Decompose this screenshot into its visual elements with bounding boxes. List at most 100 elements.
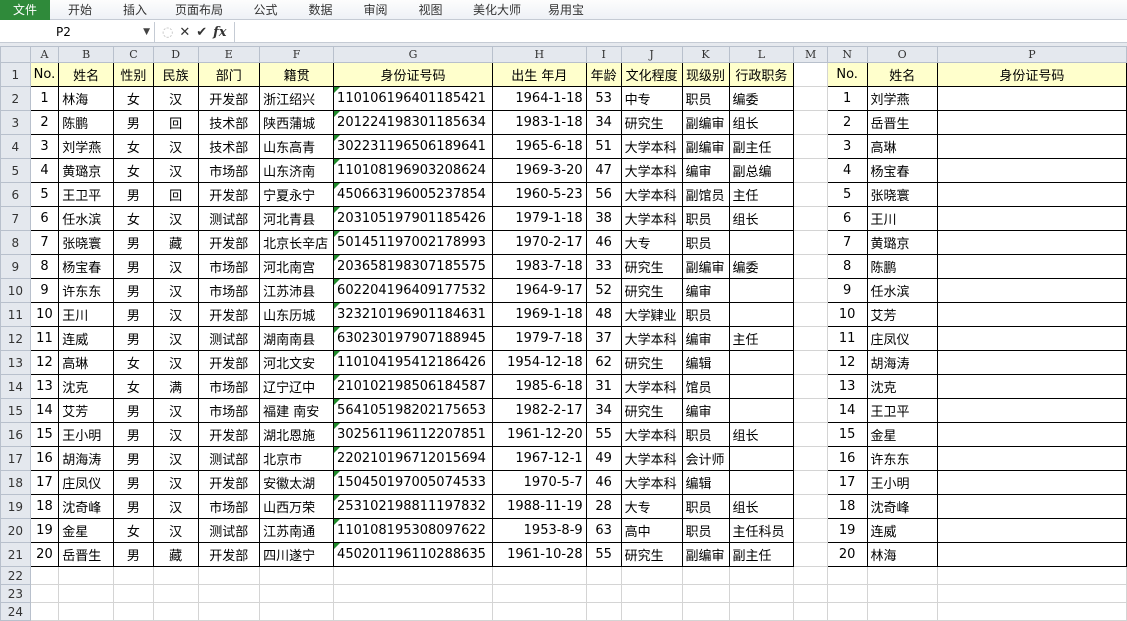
- cell-G19[interactable]: 253102198811197832: [333, 494, 493, 519]
- row-header[interactable]: 21: [0, 542, 31, 567]
- cell-D14[interactable]: 满: [152, 374, 199, 399]
- cell-C4[interactable]: 女: [113, 134, 154, 159]
- cell-B23[interactable]: [58, 584, 115, 603]
- cell-M18[interactable]: [793, 470, 828, 495]
- cell-A7[interactable]: 6: [29, 206, 60, 231]
- cell-L14[interactable]: [728, 374, 795, 399]
- cell-I5[interactable]: 47: [585, 158, 622, 183]
- cell-M15[interactable]: [793, 398, 828, 423]
- cell-M23[interactable]: [793, 584, 828, 603]
- cell-D9[interactable]: 汉: [152, 254, 199, 279]
- header-H[interactable]: 出生 年月: [491, 62, 587, 87]
- cell-N9[interactable]: 8: [826, 254, 868, 279]
- cell-C3[interactable]: 男: [113, 110, 154, 135]
- cell-G5[interactable]: 110108196903208624: [333, 158, 493, 183]
- cell-D12[interactable]: 汉: [152, 326, 199, 351]
- row-header[interactable]: 15: [0, 398, 31, 423]
- cell-C2[interactable]: 女: [113, 86, 154, 111]
- column-header-G[interactable]: G: [333, 46, 493, 63]
- cell-O2[interactable]: 刘学燕: [866, 86, 938, 111]
- cell-J18[interactable]: 大学本科: [620, 470, 683, 495]
- cell-F10[interactable]: 江苏沛县: [259, 278, 335, 303]
- column-header-L[interactable]: L: [728, 46, 795, 63]
- cell-J8[interactable]: 大专: [620, 230, 683, 255]
- cell-G8[interactable]: 501451197002178993: [333, 230, 493, 255]
- cell-N20[interactable]: 19: [826, 518, 868, 543]
- cell-D4[interactable]: 汉: [152, 134, 199, 159]
- cell-F3[interactable]: 陕西蒲城: [259, 110, 335, 135]
- cell-O16[interactable]: 金星: [866, 422, 938, 447]
- cell-K21[interactable]: 副编审: [681, 542, 730, 567]
- row-header[interactable]: 20: [0, 518, 31, 543]
- cell-I16[interactable]: 55: [585, 422, 622, 447]
- column-header-J[interactable]: J: [620, 46, 683, 63]
- cell-A9[interactable]: 8: [29, 254, 60, 279]
- row-header[interactable]: 3: [0, 110, 31, 135]
- cell-O7[interactable]: 王川: [866, 206, 938, 231]
- cell-M11[interactable]: [793, 302, 828, 327]
- cell-H6[interactable]: 1960-5-23: [491, 182, 587, 207]
- cell-E18[interactable]: 开发部: [197, 470, 261, 495]
- cell-C13[interactable]: 女: [113, 350, 154, 375]
- cell-D19[interactable]: 汉: [152, 494, 199, 519]
- cell-B4[interactable]: 刘学燕: [58, 134, 115, 159]
- cell-E10[interactable]: 市场部: [197, 278, 261, 303]
- header-I[interactable]: 年龄: [585, 62, 622, 87]
- cell-P5[interactable]: [936, 158, 1127, 183]
- cell-I19[interactable]: 28: [585, 494, 622, 519]
- cell-I14[interactable]: 31: [585, 374, 622, 399]
- cell-I12[interactable]: 37: [585, 326, 622, 351]
- cell-G16[interactable]: 302561196112207851: [333, 422, 493, 447]
- cell-A11[interactable]: 10: [29, 302, 60, 327]
- cell-D6[interactable]: 回: [152, 182, 199, 207]
- cell-J6[interactable]: 大学本科: [620, 182, 683, 207]
- cell-C6[interactable]: 男: [113, 182, 154, 207]
- header-B[interactable]: 姓名: [58, 62, 115, 87]
- row-header[interactable]: 19: [0, 494, 31, 519]
- cell-G4[interactable]: 302231196506189641: [333, 134, 493, 159]
- cell-J13[interactable]: 研究生: [620, 350, 683, 375]
- select-all-corner[interactable]: [0, 46, 31, 63]
- cell-O15[interactable]: 王卫平: [866, 398, 938, 423]
- cell-O20[interactable]: 连威: [866, 518, 938, 543]
- cell-F18[interactable]: 安徽太湖: [259, 470, 335, 495]
- row-header[interactable]: 16: [0, 422, 31, 447]
- cell-L21[interactable]: 副主任: [728, 542, 795, 567]
- cell-I6[interactable]: 56: [585, 182, 622, 207]
- cell-N21[interactable]: 20: [826, 542, 868, 567]
- cell-F16[interactable]: 湖北恩施: [259, 422, 335, 447]
- cell-P16[interactable]: [936, 422, 1127, 447]
- cell-B15[interactable]: 艾芳: [58, 398, 115, 423]
- cell-L6[interactable]: 主任: [728, 182, 795, 207]
- cell-D2[interactable]: 汉: [152, 86, 199, 111]
- cell-B6[interactable]: 王卫平: [58, 182, 115, 207]
- cell-A22[interactable]: [29, 566, 60, 585]
- cell-B9[interactable]: 杨宝春: [58, 254, 115, 279]
- cell-M20[interactable]: [793, 518, 828, 543]
- cell-M9[interactable]: [793, 254, 828, 279]
- cell-G7[interactable]: 203105197901185426: [333, 206, 493, 231]
- cell-H20[interactable]: 1953-8-9: [491, 518, 587, 543]
- cell-O3[interactable]: 岳晋生: [866, 110, 938, 135]
- cell-B3[interactable]: 陈鹏: [58, 110, 115, 135]
- cell-G20[interactable]: 110108195308097622: [333, 518, 493, 543]
- header-E[interactable]: 部门: [197, 62, 261, 87]
- cell-C15[interactable]: 男: [113, 398, 154, 423]
- cell-O18[interactable]: 王小明: [866, 470, 938, 495]
- cell-P3[interactable]: [936, 110, 1127, 135]
- confirm-icon[interactable]: ✔: [196, 25, 207, 40]
- cell-F11[interactable]: 山东历城: [259, 302, 335, 327]
- cell-N6[interactable]: 5: [826, 182, 868, 207]
- cell-H12[interactable]: 1979-7-18: [491, 326, 587, 351]
- cell-A14[interactable]: 13: [29, 374, 60, 399]
- row-header[interactable]: 11: [0, 302, 31, 327]
- cell-D22[interactable]: [152, 566, 199, 585]
- header-L[interactable]: 行政职务: [728, 62, 795, 87]
- header-G[interactable]: 身份证号码: [333, 62, 493, 87]
- cell-B7[interactable]: 任水滨: [58, 206, 115, 231]
- row-header[interactable]: 18: [0, 470, 31, 495]
- cell-O21[interactable]: 林海: [866, 542, 938, 567]
- cell-B20[interactable]: 金星: [58, 518, 115, 543]
- formula-input[interactable]: [234, 22, 1127, 42]
- cell-C20[interactable]: 女: [113, 518, 154, 543]
